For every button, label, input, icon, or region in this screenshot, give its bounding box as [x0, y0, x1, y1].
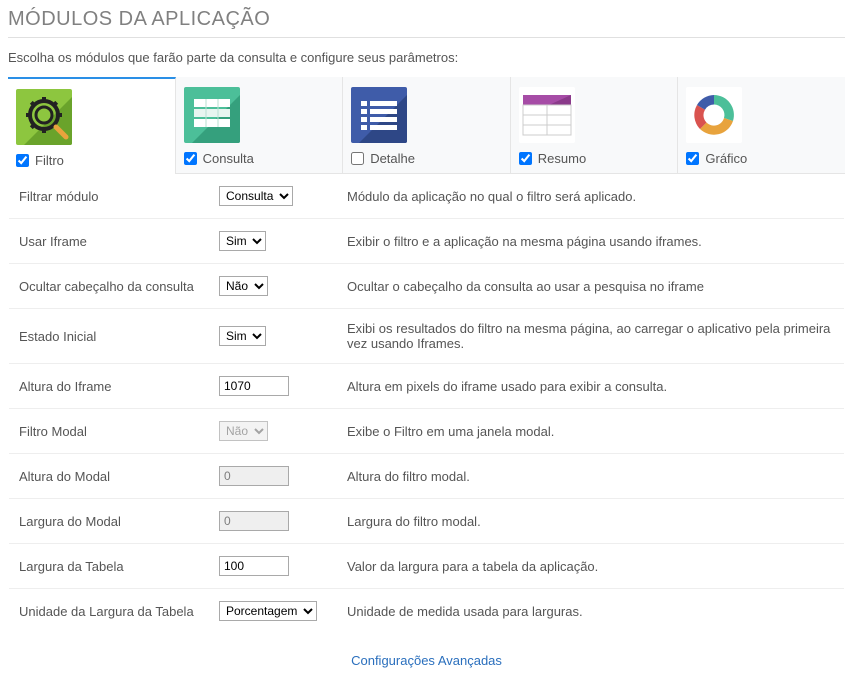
module-grafico-label: Gráfico [705, 151, 747, 166]
module-detalhe-label: Detalhe [370, 151, 415, 166]
select-ocultar-cabecalho[interactable]: Não [219, 276, 268, 296]
input-altura-iframe[interactable] [219, 376, 289, 396]
page-title: MÓDULOS DA APLICAÇÃO [8, 8, 845, 31]
module-consulta-checkbox[interactable] [184, 152, 197, 165]
modules-tabs: Filtro Consulta Detalhe [8, 77, 845, 174]
desc-estado-inicial: Exibi os resultados do filtro na mesma p… [339, 321, 834, 351]
module-grafico[interactable]: Gráfico [678, 77, 845, 174]
label-filtrar-modulo: Filtrar módulo [19, 189, 219, 204]
select-estado-inicial[interactable]: Sim [219, 326, 266, 346]
module-resumo-label: Resumo [538, 151, 586, 166]
module-resumo[interactable]: Resumo [511, 77, 679, 174]
label-ocultar-cabecalho: Ocultar cabeçalho da consulta [19, 279, 219, 294]
label-largura-modal: Largura do Modal [19, 514, 219, 529]
select-usar-iframe[interactable]: Sim [219, 231, 266, 251]
desc-usar-iframe: Exibir o filtro e a aplicação na mesma p… [339, 234, 834, 249]
module-consulta[interactable]: Consulta [176, 77, 344, 174]
row-estado-inicial: Estado Inicial Sim Exibi os resultados d… [9, 309, 844, 364]
gear-search-icon [16, 89, 72, 145]
list-icon [351, 87, 407, 143]
row-altura-iframe: Altura do Iframe Altura em pixels do ifr… [9, 364, 844, 409]
label-largura-tabela: Largura da Tabela [19, 559, 219, 574]
select-unidade-largura[interactable]: Porcentagem [219, 601, 317, 621]
advanced-settings-link[interactable]: Configurações Avançadas [351, 653, 502, 668]
row-altura-modal: Altura do Modal Altura do filtro modal. [9, 454, 844, 499]
row-usar-iframe: Usar Iframe Sim Exibir o filtro e a apli… [9, 219, 844, 264]
summary-table-icon [519, 87, 575, 143]
module-resumo-checkbox[interactable] [519, 152, 532, 165]
input-largura-modal [219, 511, 289, 531]
desc-filtrar-modulo: Módulo da aplicação no qual o filtro ser… [339, 189, 834, 204]
desc-filtro-modal: Exibe o Filtro em uma janela modal. [339, 424, 834, 439]
row-ocultar-cabecalho: Ocultar cabeçalho da consulta Não Oculta… [9, 264, 844, 309]
select-filtro-modal: Não [219, 421, 268, 441]
desc-altura-iframe: Altura em pixels do iframe usado para ex… [339, 379, 834, 394]
table-icon [184, 87, 240, 143]
title-divider [8, 37, 845, 38]
module-filtro-checkbox[interactable] [16, 154, 29, 167]
module-filtro-label: Filtro [35, 153, 64, 168]
settings-rows: Filtrar módulo Consulta Módulo da aplica… [8, 174, 845, 633]
label-estado-inicial: Estado Inicial [19, 329, 219, 344]
module-grafico-checkbox[interactable] [686, 152, 699, 165]
label-usar-iframe: Usar Iframe [19, 234, 219, 249]
label-unidade-largura: Unidade da Largura da Tabela [19, 604, 219, 619]
desc-altura-modal: Altura do filtro modal. [339, 469, 834, 484]
page-subtitle: Escolha os módulos que farão parte da co… [8, 50, 845, 65]
label-altura-modal: Altura do Modal [19, 469, 219, 484]
row-filtrar-modulo: Filtrar módulo Consulta Módulo da aplica… [9, 174, 844, 219]
module-detalhe[interactable]: Detalhe [343, 77, 511, 174]
select-filtrar-modulo[interactable]: Consulta [219, 186, 293, 206]
desc-unidade-largura: Unidade de medida usada para larguras. [339, 604, 834, 619]
row-largura-tabela: Largura da Tabela Valor da largura para … [9, 544, 844, 589]
row-unidade-largura: Unidade da Largura da Tabela Porcentagem… [9, 589, 844, 633]
label-altura-iframe: Altura do Iframe [19, 379, 219, 394]
desc-largura-tabela: Valor da largura para a tabela da aplica… [339, 559, 834, 574]
label-filtro-modal: Filtro Modal [19, 424, 219, 439]
desc-ocultar-cabecalho: Ocultar o cabeçalho da consulta ao usar … [339, 279, 834, 294]
desc-largura-modal: Largura do filtro modal. [339, 514, 834, 529]
input-largura-tabela[interactable] [219, 556, 289, 576]
donut-chart-icon [686, 87, 742, 143]
module-detalhe-checkbox[interactable] [351, 152, 364, 165]
module-consulta-label: Consulta [203, 151, 254, 166]
row-largura-modal: Largura do Modal Largura do filtro modal… [9, 499, 844, 544]
row-filtro-modal: Filtro Modal Não Exibe o Filtro em uma j… [9, 409, 844, 454]
input-altura-modal [219, 466, 289, 486]
module-filtro[interactable]: Filtro [8, 77, 176, 174]
